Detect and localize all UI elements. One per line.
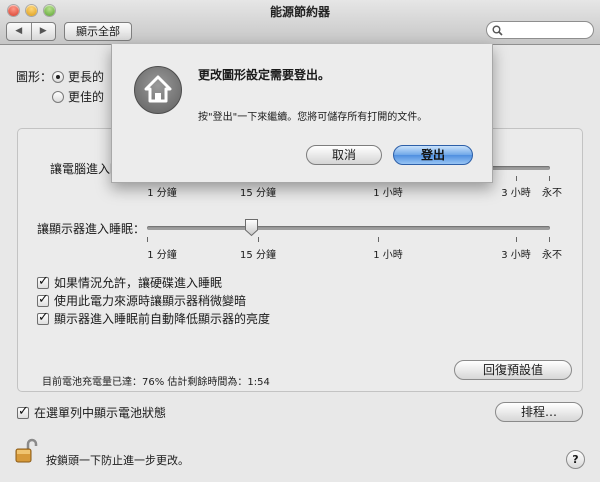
- tick-label: 3 小時: [501, 188, 531, 199]
- forward-button[interactable]: ▶: [32, 23, 56, 40]
- checkbox-hard-disk-sleep[interactable]: 如果情況允許，讓硬碟進入睡眠: [37, 274, 222, 291]
- nav-back-forward: ◀ ▶: [6, 22, 56, 41]
- tick-label: 1 分鐘: [147, 188, 177, 199]
- checkbox-show-battery-status[interactable]: 在選單列中顯示電池狀態: [17, 404, 166, 421]
- lock-icon[interactable]: [14, 438, 38, 464]
- checkbox[interactable]: [17, 404, 29, 419]
- dialog-title: 更改圖形設定需要登出。: [198, 68, 331, 82]
- lock-hint-text: 按鎖頭一下防止進一步更改。: [46, 454, 189, 467]
- graphics-option-longer-battery[interactable]: 更長的: [52, 68, 104, 85]
- checkbox-label: 在選單列中顯示電池狀態: [34, 406, 167, 420]
- logout-button[interactable]: 登出: [393, 145, 473, 165]
- graphics-option-better-performance[interactable]: 更佳的: [52, 88, 104, 105]
- display-sleep-slider-thumb[interactable]: [244, 218, 259, 237]
- tick-label: 15 分鐘: [240, 250, 276, 261]
- tick-label: 永不: [542, 250, 562, 261]
- tick-label: 3 小時: [501, 250, 531, 261]
- tick: [549, 237, 550, 242]
- tick-label: 永不: [542, 188, 562, 199]
- title-bar: 能源節約器 ◀ ▶ 顯示全部: [0, 0, 600, 45]
- dialog-message: 按"登出"一下來繼續。您將可儲存所有打開的文件。: [198, 112, 428, 123]
- checkbox-label: 顯示器進入睡眠前自動降低顯示器的亮度: [54, 312, 271, 326]
- display-sleep-slider[interactable]: [147, 226, 550, 230]
- battery-status-text: 目前電池充電量已達：76% 估計剩餘時間為：1:54: [42, 377, 270, 388]
- tick: [549, 176, 550, 181]
- home-icon: [134, 66, 182, 114]
- tick: [516, 176, 517, 181]
- tick-label: 1 小時: [373, 188, 403, 199]
- tick-label: 15 分鐘: [240, 188, 276, 199]
- checkbox-dim-display[interactable]: 使用此電力來源時讓顯示器稍微變暗: [37, 292, 246, 309]
- restore-defaults-button[interactable]: 回復預設值: [454, 360, 572, 380]
- back-button[interactable]: ◀: [7, 23, 32, 40]
- window-title: 能源節約器: [269, 5, 330, 19]
- checkbox[interactable]: [37, 292, 49, 307]
- graphics-option-label: 更佳的: [68, 90, 105, 104]
- graphics-label: 圖形：: [16, 70, 53, 84]
- show-all-button[interactable]: 顯示全部: [64, 22, 132, 41]
- checkbox-label: 使用此電力來源時讓顯示器稍微變暗: [54, 294, 247, 308]
- cancel-button[interactable]: 取消: [306, 145, 382, 165]
- tick: [378, 237, 379, 242]
- tick-label: 1 分鐘: [147, 250, 177, 261]
- tick: [147, 237, 148, 242]
- schedule-button[interactable]: 排程…: [495, 402, 583, 422]
- checkbox[interactable]: [37, 310, 49, 325]
- logout-required-dialog: 更改圖形設定需要登出。 按"登出"一下來繼續。您將可儲存所有打開的文件。 取消 …: [111, 44, 493, 183]
- help-button[interactable]: ?: [566, 450, 585, 469]
- tick: [516, 237, 517, 242]
- search-field[interactable]: [486, 21, 594, 39]
- tick-label: 1 小時: [373, 250, 403, 261]
- checkbox-label: 如果情況允許，讓硬碟進入睡眠: [54, 276, 223, 290]
- checkbox-reduce-brightness[interactable]: 顯示器進入睡眠前自動降低顯示器的亮度: [37, 310, 270, 327]
- display-sleep-label: 讓顯示器進入睡眠：: [37, 222, 146, 236]
- radio-unselected[interactable]: [52, 90, 64, 103]
- graphics-option-label: 更長的: [68, 70, 105, 84]
- tick: [258, 237, 259, 242]
- radio-selected[interactable]: [52, 70, 64, 83]
- checkbox[interactable]: [37, 274, 49, 289]
- search-icon: [492, 25, 503, 36]
